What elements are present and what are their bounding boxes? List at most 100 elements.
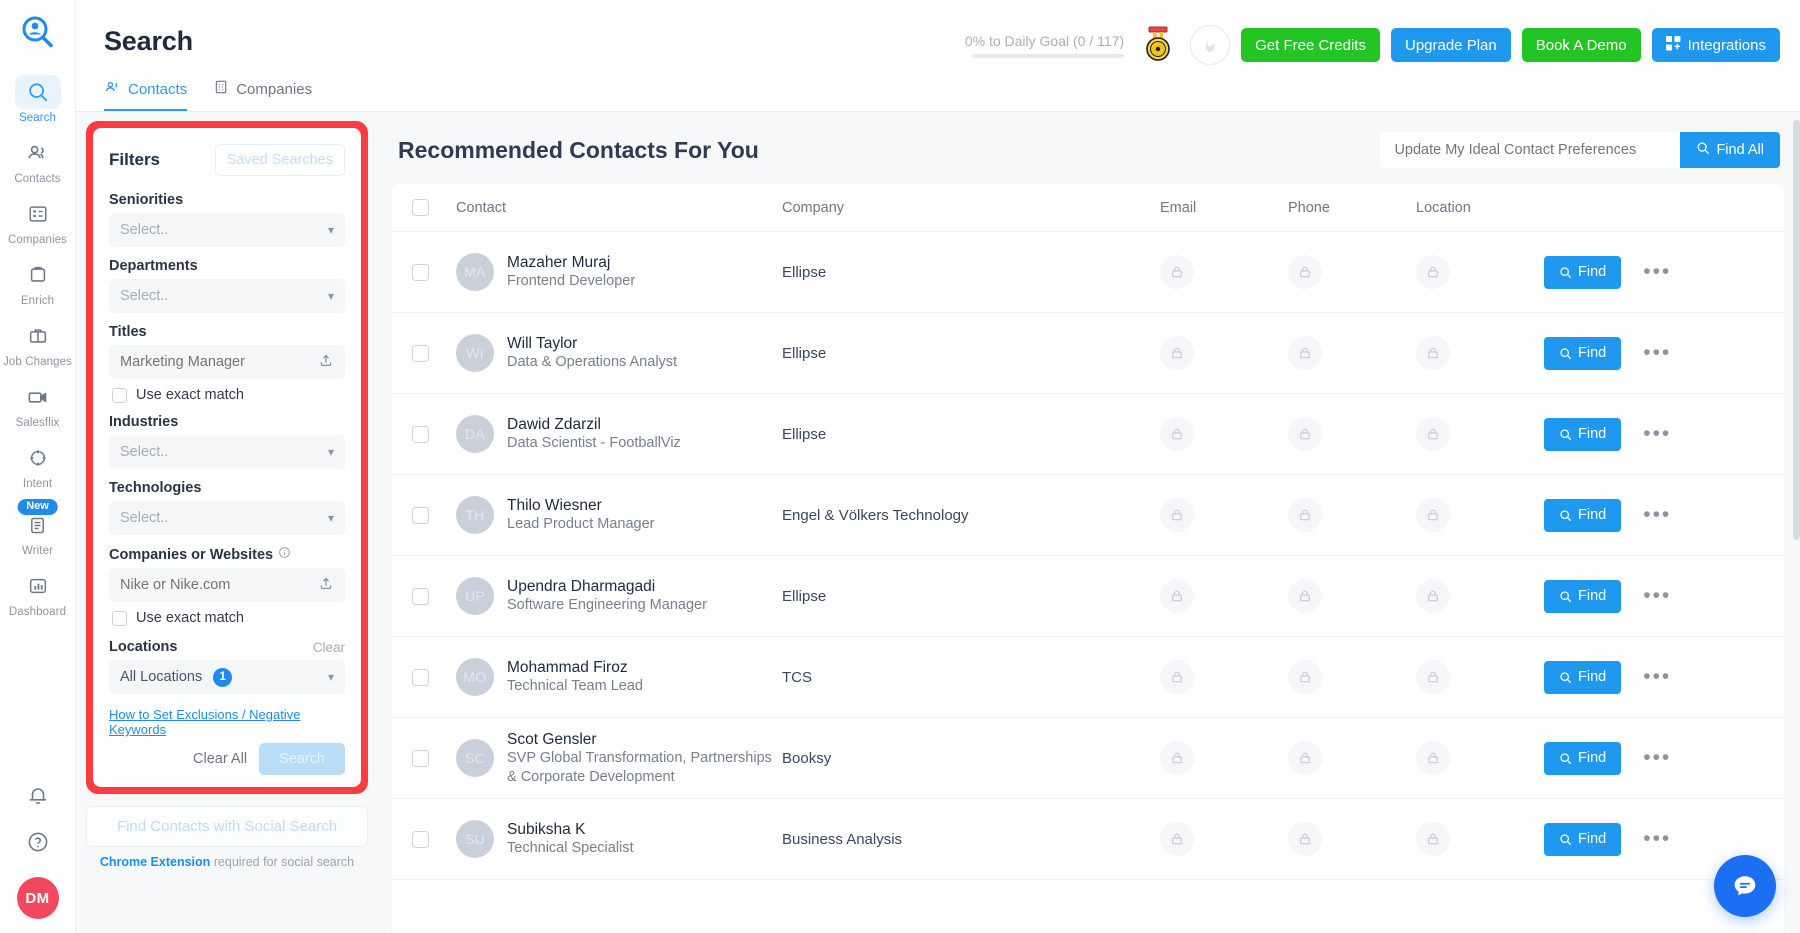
table-row[interactable]: SCScot GenslerSVP Global Transformation,… — [392, 718, 1784, 799]
search-button[interactable]: Search — [259, 743, 345, 775]
lock-icon[interactable] — [1160, 579, 1194, 613]
sidebar-item-companies[interactable]: Companies — [0, 190, 75, 251]
ellipsis-icon[interactable]: ••• — [1643, 834, 1671, 844]
titles-exact-match-row[interactable]: Use exact match — [112, 387, 345, 403]
industries-select[interactable]: Select.. ▾ — [109, 435, 345, 469]
row-checkbox[interactable] — [412, 426, 429, 443]
row-checkbox[interactable] — [412, 345, 429, 362]
lock-icon[interactable] — [1160, 336, 1194, 370]
companies-input-wrap[interactable] — [109, 568, 345, 602]
help-circle-icon[interactable] — [26, 830, 50, 859]
info-circle-icon[interactable] — [278, 546, 291, 563]
upload-icon[interactable] — [318, 352, 334, 372]
companies-exact-match-checkbox[interactable] — [112, 611, 127, 626]
table-row[interactable]: DADawid ZdarzilData Scientist - Football… — [392, 394, 1784, 475]
lock-icon[interactable] — [1416, 741, 1450, 775]
row-checkbox[interactable] — [412, 264, 429, 281]
ideal-contact-preferences-input[interactable] — [1380, 132, 1680, 168]
row-find-button[interactable]: Find — [1544, 823, 1621, 856]
technologies-select[interactable]: Select.. ▾ — [109, 501, 345, 535]
lock-icon[interactable] — [1288, 660, 1322, 694]
page-scrollbar[interactable] — [1793, 0, 1800, 933]
ellipsis-icon[interactable]: ••• — [1643, 753, 1671, 763]
lock-icon[interactable] — [1160, 741, 1194, 775]
companies-input[interactable] — [120, 577, 302, 593]
row-find-button[interactable]: Find — [1544, 580, 1621, 613]
lock-icon[interactable] — [1288, 336, 1322, 370]
lock-icon[interactable] — [1288, 822, 1322, 856]
exclusions-help-link[interactable]: How to Set Exclusions / Negative Keyword… — [109, 707, 345, 737]
row-checkbox[interactable] — [412, 588, 429, 605]
row-checkbox[interactable] — [412, 669, 429, 686]
row-find-button[interactable]: Find — [1544, 661, 1621, 694]
locations-clear-button[interactable]: Clear — [313, 640, 345, 655]
upload-icon[interactable] — [318, 575, 334, 595]
sidebar-item-enrich[interactable]: Enrich — [0, 251, 75, 312]
lock-icon[interactable] — [1160, 660, 1194, 694]
lock-icon[interactable] — [1416, 579, 1450, 613]
book-a-demo-button[interactable]: Book A Demo — [1522, 28, 1641, 62]
sidebar-item-search[interactable]: Search — [0, 68, 75, 129]
user-avatar[interactable]: DM — [17, 877, 59, 919]
row-checkbox[interactable] — [412, 507, 429, 524]
lock-icon[interactable] — [1416, 336, 1450, 370]
companies-exact-match-row[interactable]: Use exact match — [112, 610, 345, 626]
clear-all-button[interactable]: Clear All — [193, 751, 247, 767]
lock-icon[interactable] — [1288, 417, 1322, 451]
integrations-button[interactable]: Integrations — [1652, 28, 1780, 62]
table-row[interactable]: MOMohammad FirozTechnical Team LeadTCSFi… — [392, 637, 1784, 718]
lock-icon[interactable] — [1160, 498, 1194, 532]
bell-icon[interactable] — [26, 783, 50, 812]
app-logo[interactable] — [16, 10, 60, 54]
row-checkbox[interactable] — [412, 831, 429, 848]
lock-icon[interactable] — [1160, 417, 1194, 451]
table-row[interactable]: SUSubiksha KTechnical SpecialistBusiness… — [392, 799, 1784, 880]
lock-icon[interactable] — [1288, 741, 1322, 775]
table-row[interactable]: WIWill TaylorData & Operations AnalystEl… — [392, 313, 1784, 394]
ellipsis-icon[interactable]: ••• — [1643, 267, 1671, 277]
table-row[interactable]: MAMazaher MurajFrontend DeveloperEllipse… — [392, 232, 1784, 313]
lock-icon[interactable] — [1160, 822, 1194, 856]
lock-icon[interactable] — [1416, 417, 1450, 451]
sidebar-item-job-changes[interactable]: Job Changes — [0, 312, 75, 373]
table-row[interactable]: THThilo WiesnerLead Product ManagerEngel… — [392, 475, 1784, 556]
lock-icon[interactable] — [1288, 579, 1322, 613]
seniorities-select[interactable]: Select.. ▾ — [109, 213, 345, 247]
lock-icon[interactable] — [1288, 255, 1322, 289]
lock-icon[interactable] — [1416, 498, 1450, 532]
ellipsis-icon[interactable]: ••• — [1643, 510, 1671, 520]
lock-icon[interactable] — [1416, 255, 1450, 289]
row-checkbox[interactable] — [412, 750, 429, 767]
chrome-extension-link[interactable]: Chrome Extension — [100, 855, 210, 869]
sidebar-item-writer[interactable]: New Writer — [0, 495, 75, 562]
lock-icon[interactable] — [1160, 255, 1194, 289]
ellipsis-icon[interactable]: ••• — [1643, 591, 1671, 601]
row-find-button[interactable]: Find — [1544, 499, 1621, 532]
tab-companies[interactable]: Companies — [213, 78, 312, 111]
find-all-button[interactable]: Find All — [1680, 132, 1780, 168]
page-scrollbar-thumb[interactable] — [1793, 120, 1800, 540]
locations-select[interactable]: All Locations 1 ▾ — [109, 660, 345, 694]
select-all-checkbox[interactable] — [412, 199, 429, 216]
tab-contacts[interactable]: Contacts — [104, 78, 187, 111]
lock-icon[interactable] — [1416, 660, 1450, 694]
titles-exact-match-checkbox[interactable] — [112, 388, 127, 403]
titles-input[interactable] — [120, 354, 302, 370]
row-find-button[interactable]: Find — [1544, 742, 1621, 775]
lock-icon[interactable] — [1416, 822, 1450, 856]
departments-select[interactable]: Select.. ▾ — [109, 279, 345, 313]
titles-input-wrap[interactable] — [109, 345, 345, 379]
get-free-credits-button[interactable]: Get Free Credits — [1241, 28, 1380, 62]
lock-icon[interactable] — [1288, 498, 1322, 532]
sidebar-item-salesflix[interactable]: Salesflix — [0, 373, 75, 434]
ellipsis-icon[interactable]: ••• — [1643, 348, 1671, 358]
sidebar-item-contacts[interactable]: Contacts — [0, 129, 75, 190]
sidebar-item-intent[interactable]: Intent — [0, 434, 75, 495]
row-find-button[interactable]: Find — [1544, 256, 1621, 289]
table-row[interactable]: UPUpendra DharmagadiSoftware Engineering… — [392, 556, 1784, 637]
flame-icon[interactable] — [1190, 25, 1230, 65]
row-find-button[interactable]: Find — [1544, 418, 1621, 451]
row-find-button[interactable]: Find — [1544, 337, 1621, 370]
chat-bubble-icon[interactable] — [1714, 855, 1776, 917]
sidebar-item-dashboard[interactable]: Dashboard — [0, 562, 75, 623]
